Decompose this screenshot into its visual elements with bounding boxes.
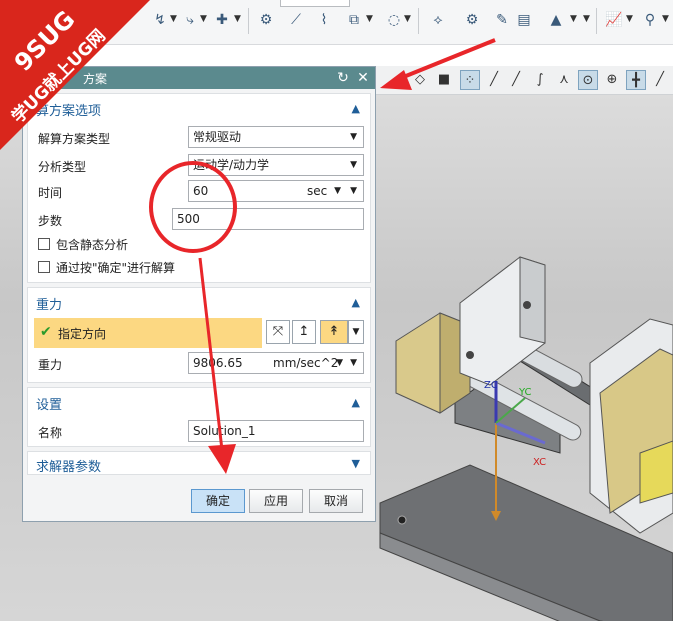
toolbar-field[interactable]: [280, 0, 350, 7]
static-analysis-label: 包含静态分析: [56, 238, 129, 252]
cancel-button[interactable]: 取消: [309, 489, 363, 513]
time-label: 时间: [38, 186, 63, 200]
marker-icon[interactable]: ◌: [384, 10, 404, 30]
time-input[interactable]: 60 sec ▼ ▼: [188, 180, 364, 202]
shade-icon[interactable]: ■: [434, 70, 454, 90]
solution-icon[interactable]: ✎: [492, 10, 512, 30]
point-icon[interactable]: ✚: [212, 10, 232, 30]
settings-section: 设置 ▲ 名称 Solution_1: [27, 387, 371, 447]
chevron-down-icon[interactable]: ▼: [336, 353, 343, 373]
chevron-down-icon[interactable]: ▼: [334, 181, 341, 201]
vector-icon[interactable]: ↥: [292, 320, 316, 344]
chevron-up-icon[interactable]: ▲: [352, 102, 360, 115]
chevron-down-icon[interactable]: ▼: [583, 14, 590, 24]
line-icon[interactable]: ╱: [650, 70, 670, 90]
line-icon[interactable]: ╱: [506, 70, 526, 90]
section-header[interactable]: 算方案选项: [36, 100, 101, 119]
steps-label: 步数: [38, 214, 63, 228]
chevron-down-icon: ▼: [350, 132, 357, 142]
solver-params-section: 求解器参数 ▼: [27, 451, 371, 475]
solve-on-ok-checkbox[interactable]: [38, 261, 50, 273]
gravity-input[interactable]: 9806.65 mm/sec^2 ▼ ▼: [188, 352, 364, 374]
chevron-down-icon[interactable]: ▼: [348, 320, 364, 344]
reverse-direction-icon[interactable]: ⤧: [266, 320, 290, 344]
chevron-down-icon[interactable]: ▼: [570, 14, 577, 24]
curve-icon[interactable]: ⤷: [180, 10, 200, 30]
chevron-down-icon[interactable]: ▼: [352, 457, 360, 470]
analysis-type-select[interactable]: 运动学/动力学 ▼: [188, 154, 364, 176]
solution-type-select[interactable]: 常规驱动 ▼: [188, 126, 364, 148]
document-icon[interactable]: ▤: [514, 10, 534, 30]
snap-toolbar: ◇ ■ ⁘ ╱ ╱ ∫ ⋏ ⊙ ⊕ ╋ ╱: [376, 66, 673, 95]
apply-button[interactable]: 应用: [249, 489, 303, 513]
chevron-down-icon[interactable]: ▼: [170, 14, 177, 24]
quadrant-icon[interactable]: ⊕: [602, 70, 622, 90]
solution-dialog: 方案 ↻ ✕ 算方案选项 ▲ 解算方案类型 常规驱动 ▼ 分析类型 运动学/动力…: [22, 66, 376, 522]
solution-type-label: 解算方案类型: [38, 132, 111, 146]
vector-dialog-icon[interactable]: ↟: [320, 320, 348, 344]
main-toolbar: ↯ ▼ ⤷ ▼ ✚ ▼ ⚙ ⟋ ⌇ ⧉ ▼ ◌ ▼ ⟡ ⚙ ✎ ▤ ▲ ▼ ▼ …: [0, 0, 673, 45]
arc-icon[interactable]: ∫: [530, 70, 550, 90]
chevron-down-icon[interactable]: ▼: [200, 14, 207, 24]
dialog-title-bar[interactable]: 方案 ↻ ✕: [23, 67, 375, 89]
probe-icon[interactable]: ⚲: [640, 10, 660, 30]
chevron-down-icon[interactable]: ▼: [366, 14, 373, 24]
analysis-type-label: 分析类型: [38, 160, 87, 174]
link-icon[interactable]: ⟋: [286, 10, 306, 30]
name-input[interactable]: Solution_1: [188, 420, 364, 442]
section-header[interactable]: 求解器参数: [36, 456, 101, 475]
assembly-icon[interactable]: ⧉: [344, 10, 364, 30]
intersection-icon[interactable]: ╋: [626, 70, 646, 90]
chevron-down-icon: ▼: [350, 160, 357, 170]
section-header[interactable]: 重力: [36, 294, 62, 313]
animation-icon[interactable]: ▲: [546, 10, 566, 30]
specify-direction-label: 指定方向: [58, 327, 107, 341]
snap-points-icon[interactable]: ⁘: [460, 70, 480, 90]
specify-direction-row[interactable]: ✔ 指定方向: [34, 318, 262, 348]
static-analysis-checkbox[interactable]: [38, 238, 50, 250]
spring-icon[interactable]: ⌇: [314, 10, 334, 30]
tangent-icon[interactable]: ⋏: [554, 70, 574, 90]
chevron-down-icon[interactable]: ▼: [626, 14, 633, 24]
time-unit[interactable]: sec: [307, 181, 327, 201]
ok-button[interactable]: 确定: [191, 489, 245, 513]
svg-text:XC: XC: [533, 457, 546, 468]
checkmark-icon: ✔: [40, 324, 52, 340]
joint-icon[interactable]: ⚙: [256, 10, 276, 30]
chevron-down-icon[interactable]: ▼: [662, 14, 669, 24]
chevron-down-icon[interactable]: ▼: [350, 353, 357, 373]
section-header[interactable]: 设置: [36, 394, 62, 413]
constraint-icon[interactable]: ⟡: [428, 10, 448, 30]
close-icon[interactable]: ✕: [355, 69, 371, 87]
view-icon[interactable]: ◇: [410, 70, 430, 90]
gravity-unit[interactable]: mm/sec^2: [273, 353, 338, 373]
dialog-title: 方案: [83, 72, 108, 86]
chevron-down-icon[interactable]: ▼: [350, 181, 357, 201]
graph-icon[interactable]: 📈: [604, 10, 624, 30]
tool-icon[interactable]: ↯: [150, 10, 170, 30]
name-label: 名称: [38, 426, 63, 440]
steps-input[interactable]: 500: [172, 208, 364, 230]
chevron-down-icon[interactable]: ▼: [404, 14, 411, 24]
chevron-down-icon[interactable]: ▼: [234, 14, 241, 24]
line-icon[interactable]: ╱: [484, 70, 504, 90]
center-icon[interactable]: ⊙: [578, 70, 598, 90]
gravity-section: 重力 ▲ ✔ 指定方向 ⤧ ↥ ↟ ▼ 重力 9806.65 mm/sec^2 …: [27, 287, 371, 383]
svg-text:ZC: ZC: [484, 380, 498, 391]
svg-text:YC: YC: [518, 387, 532, 398]
gravity-label: 重力: [38, 358, 63, 372]
chevron-up-icon[interactable]: ▲: [352, 396, 360, 409]
solve-on-ok-label: 通过按"确定"进行解算: [56, 261, 176, 275]
chevron-up-icon[interactable]: ▲: [352, 296, 360, 309]
solution-options-section: 算方案选项 ▲ 解算方案类型 常规驱动 ▼ 分析类型 运动学/动力学 ▼ 时间 …: [27, 93, 371, 283]
solve-icon[interactable]: ⚙: [462, 10, 482, 30]
reset-icon[interactable]: ↻: [335, 69, 351, 87]
